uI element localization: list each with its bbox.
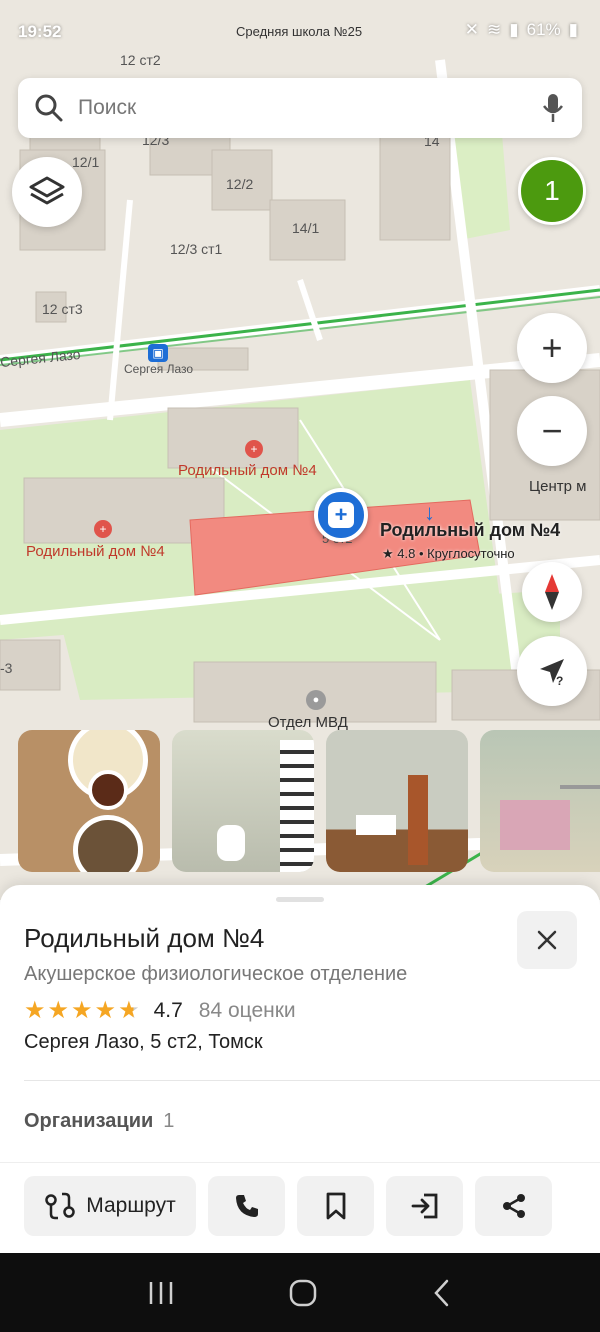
cluster-badge[interactable]: 1 (518, 157, 586, 225)
photo-detail (88, 770, 128, 810)
signal-icon: ▮ (509, 20, 519, 39)
poi-label-maternity[interactable]: Родильный дом №4 (26, 543, 165, 560)
status-bar: 19:52 Средняя школа №25 ✕ ≋ ▮ 61% ▮ (0, 14, 600, 54)
layers-icon (29, 176, 65, 205)
poi-label-police[interactable]: Отдел МВД (268, 714, 348, 731)
status-time: 19:52 (18, 22, 62, 41)
map-label: 14/1 (292, 220, 320, 236)
my-location-button[interactable]: ? (517, 636, 587, 706)
photo-detail (356, 815, 396, 835)
layers-button[interactable] (12, 157, 82, 227)
search-input[interactable]: Поиск (78, 96, 540, 120)
mute-icon: ✕ (464, 20, 479, 39)
photo-food[interactable] (18, 730, 160, 872)
login-icon (411, 1193, 437, 1219)
phone-icon (235, 1195, 258, 1217)
svg-text:?: ? (556, 674, 563, 688)
poi-label-maternity[interactable]: Родильный дом №4 (178, 462, 317, 479)
star-half-icon: ★ (118, 997, 140, 1024)
screen: 12 ст2 12/3 12/1 12/2 14 14/1 12/3 ст1 1… (0, 0, 600, 1332)
plus-icon: + (541, 327, 563, 368)
photo-detail (217, 825, 245, 861)
organizations-label: Организации (24, 1110, 154, 1132)
star-icon: ★ (47, 997, 70, 1024)
action-bar: Маршрут (24, 1176, 552, 1236)
photo-bathroom[interactable] (172, 730, 314, 872)
back-icon[interactable] (430, 1278, 454, 1308)
route-icon (45, 1192, 75, 1220)
search-icon (35, 94, 63, 122)
photo-detail (280, 740, 314, 872)
bus-stop-icon[interactable]: ▣ (148, 344, 168, 362)
star-icon: ★ (24, 997, 46, 1024)
rating-row[interactable]: ★ ★ ★ ★ ★ 4.7 84 оценки (24, 996, 296, 1025)
photo-kitchen[interactable] (326, 730, 468, 872)
minus-icon: − (541, 410, 563, 451)
map-label: 12/3 ст1 (170, 241, 223, 257)
bookmark-button[interactable] (297, 1176, 374, 1236)
call-button[interactable] (208, 1176, 285, 1236)
rating-count[interactable]: 84 оценки (199, 999, 296, 1023)
photo-detail (73, 815, 143, 872)
photo-detail (408, 775, 428, 865)
search-bar[interactable]: Поиск (18, 78, 582, 138)
zoom-in-button[interactable]: + (517, 313, 587, 383)
wifi-icon: ≋ (487, 20, 502, 39)
photo-detail (560, 785, 600, 789)
route-button[interactable]: Маршрут (24, 1176, 196, 1236)
place-title: Родильный дом №4 (24, 923, 265, 953)
sheet-handle[interactable] (276, 897, 324, 902)
photo-detail (500, 800, 570, 850)
selected-poi-name[interactable]: Родильный дом №4 (380, 520, 560, 541)
home-icon[interactable] (288, 1278, 318, 1308)
bookmark-icon (326, 1192, 345, 1220)
map-label: 12/2 (226, 176, 254, 192)
organizations-count: 1 (163, 1110, 175, 1132)
medical-cross-icon: + (328, 502, 354, 528)
divider (0, 1162, 600, 1163)
photo-ward[interactable] (480, 730, 600, 872)
hospital-icon[interactable]: + (94, 520, 112, 538)
place-category: Акушерское физиологическое отделение (24, 963, 408, 985)
microphone-icon[interactable] (540, 92, 566, 124)
close-button[interactable] (517, 911, 577, 969)
status-icons: ✕ ≋ ▮ 61% ▮ (465, 20, 578, 40)
star-icon: ★ (94, 997, 117, 1024)
entrance-button[interactable] (386, 1176, 463, 1236)
selected-poi-rating: ★ 4.8 • Круглосуточно (382, 546, 515, 561)
status-location: Средняя школа №25 (236, 24, 363, 39)
photo-strip[interactable] (18, 730, 600, 872)
battery-percent: 61% (526, 20, 561, 39)
rating-stars: ★ ★ ★ ★ ★ (24, 996, 140, 1025)
map-label: 12/1 (72, 154, 100, 170)
bus-stop-label: Сергея Лазо (124, 362, 194, 376)
compass-button[interactable] (522, 562, 582, 622)
rating-value: 4.7 (153, 998, 183, 1022)
map-label: -3 (0, 660, 13, 676)
system-nav-bar (0, 1253, 600, 1332)
star-icon: ★ (71, 997, 93, 1024)
zoom-out-button[interactable]: − (517, 396, 587, 466)
map-label: Центр м (529, 478, 587, 495)
close-icon (537, 930, 557, 950)
share-button[interactable] (475, 1176, 552, 1236)
share-icon (502, 1194, 525, 1218)
selected-poi-pin[interactable]: + (314, 488, 368, 542)
map-label: 12 ст2 (120, 52, 161, 68)
route-label: Маршрут (86, 1194, 176, 1217)
map-label: 12 ст3 (42, 301, 83, 317)
divider (24, 1080, 600, 1081)
location-arrow-icon: ? (540, 659, 564, 688)
place-address[interactable]: Сергея Лазо, 5 ст2, Томск (24, 1031, 263, 1054)
hospital-icon[interactable]: + (245, 440, 263, 458)
battery-icon: ▮ (568, 20, 578, 39)
place-card: Родильный дом №4 Акушерское физиологичес… (0, 885, 600, 1253)
compass-icon (545, 574, 559, 610)
organizations-row[interactable]: Организации 1 (24, 1110, 174, 1133)
recent-apps-icon[interactable] (146, 1279, 176, 1307)
police-icon[interactable]: ● (306, 690, 326, 710)
